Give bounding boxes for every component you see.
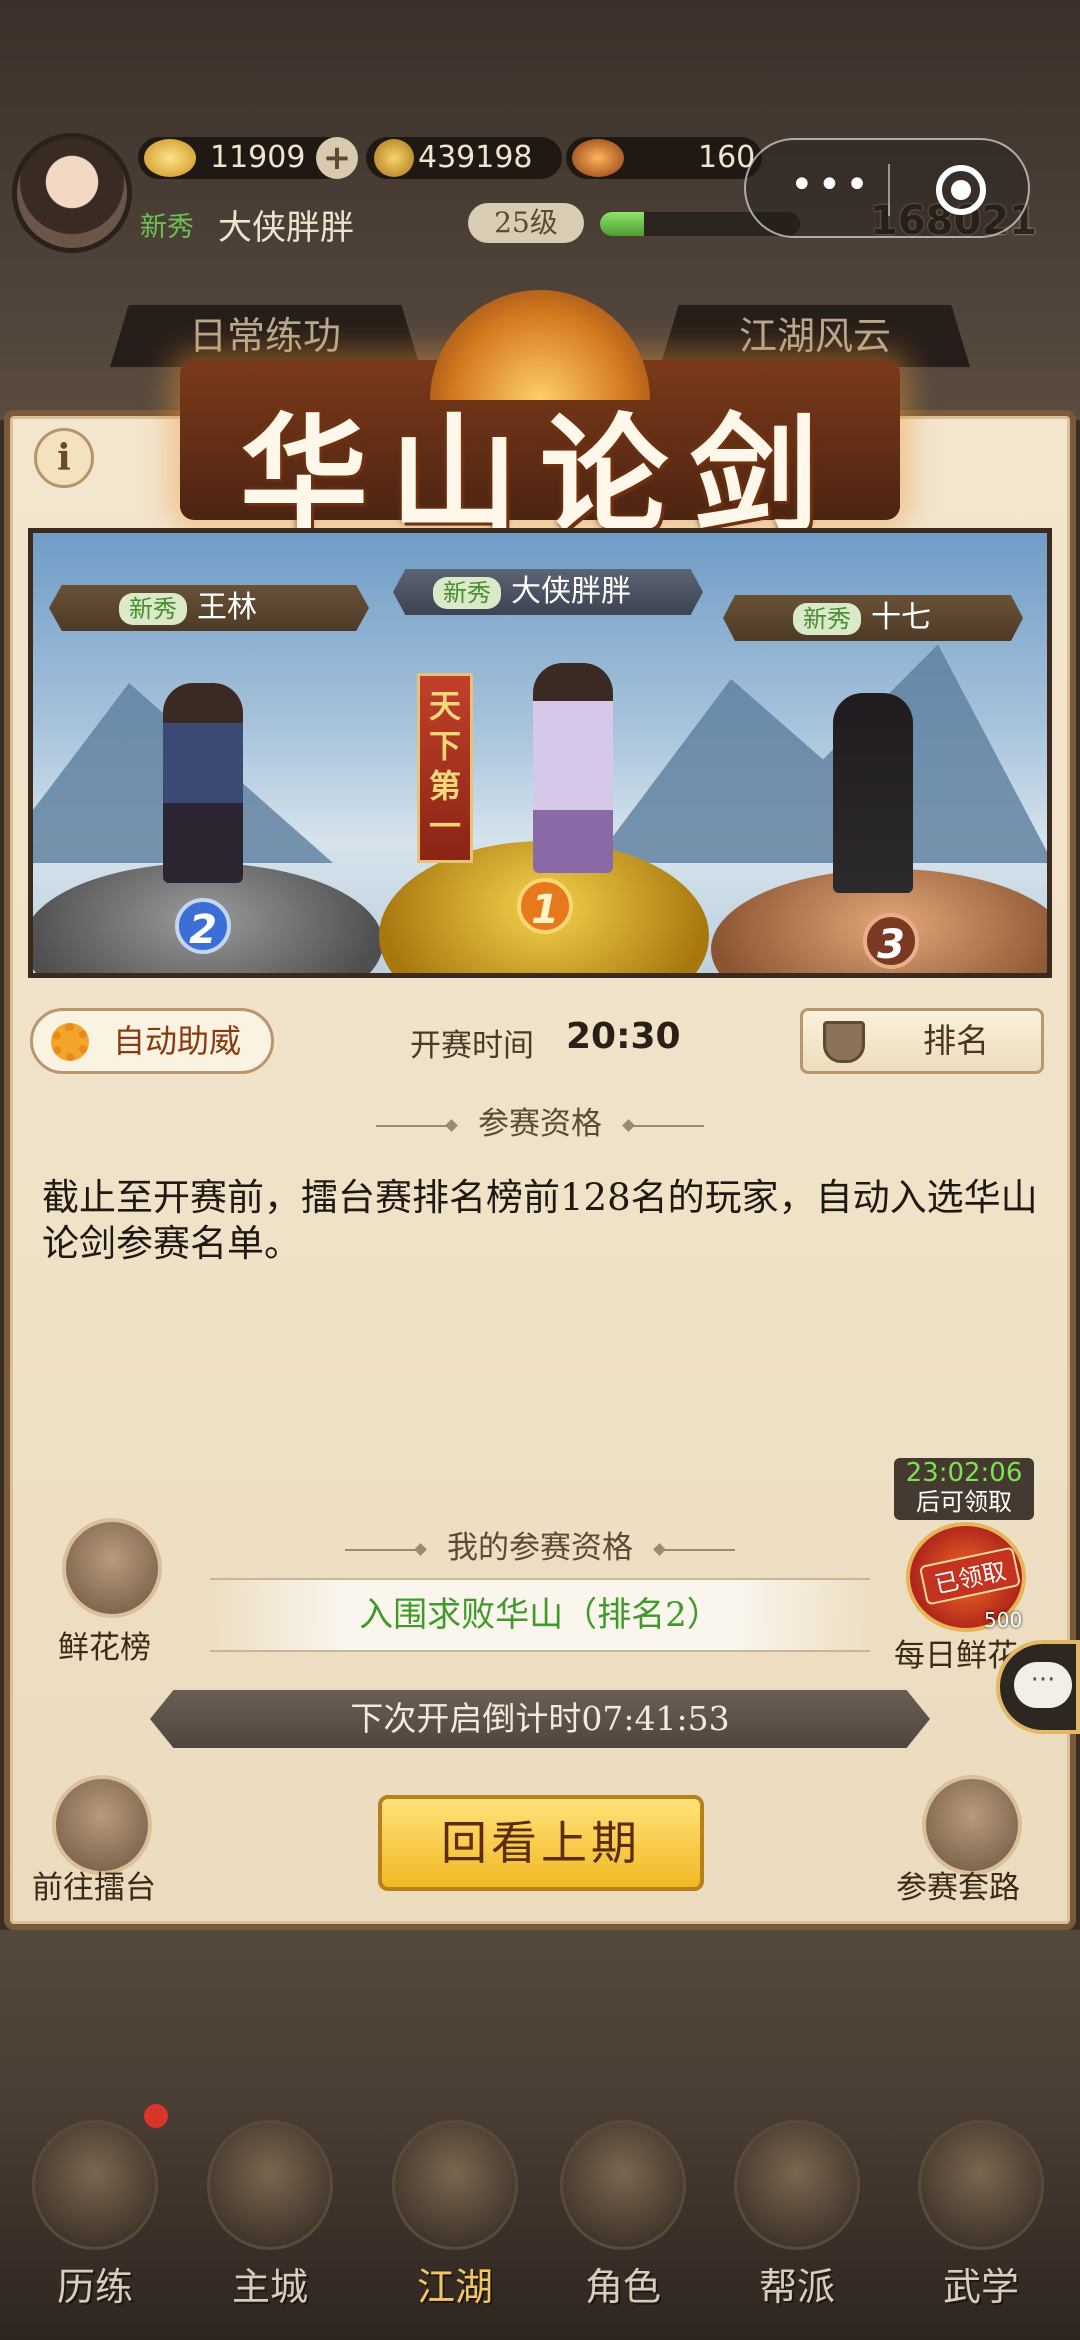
nav-martial-arts-label: 武学 <box>942 2265 1019 2309</box>
chat-button[interactable]: ··· <box>996 1640 1080 1734</box>
contestant-third-tag: 新秀 <box>793 603 861 635</box>
ranking-label: 排名 <box>923 1021 989 1060</box>
character-icon <box>560 2120 686 2250</box>
daily-flower-timer: 23:02:06 后可领取 <box>894 1458 1034 1520</box>
nav-guild[interactable]: 帮派 <box>722 2110 872 2310</box>
contestant-third-name: 十七 <box>871 600 931 635</box>
nameplate-third: 新秀 十七 <box>723 595 1023 641</box>
nav-guild-label: 帮派 <box>758 2265 835 2309</box>
qualification-heading-text: 参赛资格 <box>478 1106 602 1142</box>
stamina-icon <box>572 139 624 177</box>
martial-arts-icon <box>918 2120 1044 2250</box>
contestant-first-name: 大侠胖胖 <box>511 574 631 609</box>
guild-icon <box>734 2120 860 2250</box>
heading-divider-left <box>376 1124 452 1127</box>
daily-timer-caption: 后可领取 <box>916 1488 1012 1516</box>
player-name: 大侠胖胖 <box>218 208 354 248</box>
world-first-banner: 天下第一 <box>417 673 473 863</box>
rank-one-badge: 1 <box>517 878 573 934</box>
capsule-divider <box>888 164 890 216</box>
my-qualification-heading-text: 我的参赛资格 <box>447 1530 633 1566</box>
heading-divider-left <box>345 1548 421 1551</box>
nav-city-label: 主城 <box>231 2265 308 2309</box>
city-icon <box>207 2120 333 2250</box>
daily-timer-value: 23:02:06 <box>905 1458 1023 1488</box>
contestant-first-figure <box>533 663 613 873</box>
crossed-swords-icon[interactable] <box>52 1775 152 1875</box>
exp-bar-fill <box>600 212 644 236</box>
coin-icon <box>374 139 414 177</box>
training-icon <box>32 2120 158 2250</box>
jianghu-icon <box>392 2120 518 2250</box>
next-open-countdown: 下次开启倒计时07:41:53 <box>150 1690 930 1748</box>
rank-three-badge: 3 <box>863 913 919 969</box>
contestant-second-figure <box>163 683 243 883</box>
info-button[interactable]: i <box>34 428 94 488</box>
gold-ingot-icon <box>144 139 196 177</box>
nav-character[interactable]: 角色 <box>548 2110 698 2310</box>
contestant-second-name: 王林 <box>197 590 257 625</box>
my-qualification-status: 入围求败华山（排名2） <box>210 1578 870 1652</box>
podium-illustration: 天下第一 新秀 王林 新秀 大侠胖胖 新秀 十七 2 1 3 <box>28 528 1052 978</box>
coin-value: 439198 <box>418 140 533 175</box>
nameplate-second: 新秀 王林 <box>49 585 369 631</box>
daily-flower-count: 500 <box>984 1608 1023 1632</box>
more-menu-icon[interactable]: ••• <box>790 162 873 208</box>
nameplate-first: 新秀 大侠胖胖 <box>393 569 703 615</box>
close-miniprogram-icon[interactable] <box>936 165 986 215</box>
level-badge: 25级 <box>468 203 584 243</box>
tab-daily-training[interactable]: 日常练功 <box>110 305 420 367</box>
nav-character-label: 角色 <box>584 2265 661 2309</box>
gear-icon <box>51 1023 89 1061</box>
contestant-second-tag: 新秀 <box>119 593 187 625</box>
nav-jianghu-label: 江湖 <box>416 2265 493 2309</box>
mountain-right <box>593 644 1047 863</box>
gold-ingot-value: 11909 <box>210 140 306 175</box>
nav-training-label: 历练 <box>56 2265 133 2309</box>
heading-divider-right <box>659 1548 735 1551</box>
contestant-first-tag: 新秀 <box>433 577 501 609</box>
start-time-label: 开赛时间 <box>410 1028 534 1064</box>
player-avatar[interactable] <box>12 133 132 253</box>
newbie-tag: 新秀 <box>140 212 194 243</box>
qualification-heading: 参赛资格 <box>0 1098 1080 1143</box>
shield-swords-icon <box>823 1021 865 1063</box>
nav-jianghu[interactable]: 江湖 <box>380 2110 530 2310</box>
contestant-third-figure <box>833 693 913 893</box>
miniprogram-capsule: ••• <box>744 138 1030 238</box>
strategy-label[interactable]: 参赛套路 <box>896 1862 1020 1907</box>
auto-cheer-label: 自动助威 <box>113 1022 242 1060</box>
gold-ingot-counter: 11909 + <box>138 137 358 179</box>
add-gold-button[interactable]: + <box>316 137 358 179</box>
tab-jianghu-events[interactable]: 江湖风云 <box>660 305 970 367</box>
flower-ranking-label[interactable]: 鲜花榜 <box>58 1622 151 1667</box>
nav-martial-arts[interactable]: 武学 <box>906 2110 1056 2310</box>
ranking-button[interactable]: 排名 <box>800 1008 1044 1074</box>
rank-two-badge: 2 <box>175 898 231 954</box>
chat-bubble-icon: ··· <box>1014 1662 1072 1708</box>
heading-divider-right <box>628 1124 704 1127</box>
book-icon[interactable] <box>922 1775 1022 1875</box>
auto-cheer-button[interactable]: 自动助威 <box>30 1008 274 1074</box>
stamina-counter: 160 <box>566 137 762 179</box>
replay-last-button[interactable]: 回看上期 <box>378 1795 704 1891</box>
start-time-value: 20:30 <box>566 1016 681 1057</box>
go-to-arena-label[interactable]: 前往擂台 <box>32 1862 156 1907</box>
nav-city[interactable]: 主城 <box>195 2110 345 2310</box>
notification-dot <box>144 2104 168 2128</box>
nav-training[interactable]: 历练 <box>20 2110 170 2310</box>
qualification-description: 截止至开赛前，擂台赛排名榜前128名的玩家，自动入选华山论剑参赛名单。 <box>42 1176 1038 1265</box>
coin-counter: 439198 <box>366 137 562 179</box>
